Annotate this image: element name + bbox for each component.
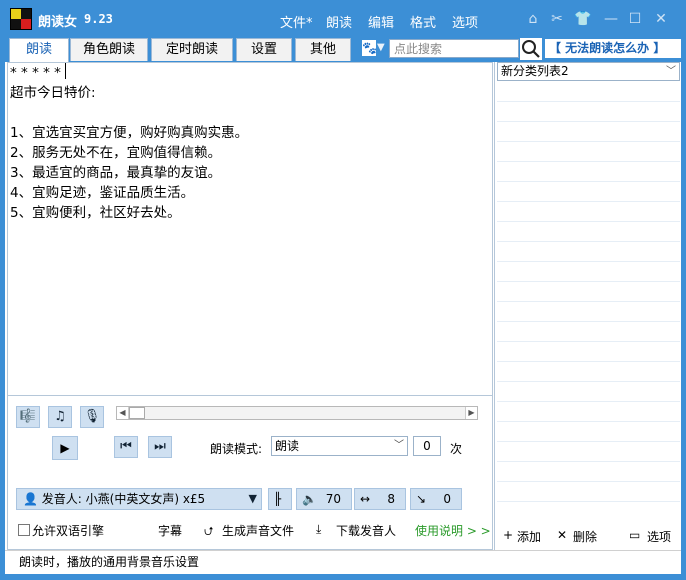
app-logo-icon (10, 8, 32, 30)
app-version: 9.23 (84, 12, 113, 26)
app-title: 朗读女 (38, 15, 78, 30)
menu-file[interactable]: 文件* (280, 12, 313, 31)
music-file-icon: 🎼 (19, 409, 37, 424)
person-icon: 👤 (23, 492, 38, 506)
download-icon: ⤓ (316, 522, 322, 536)
bilingual-label: 允许双语引擎 (32, 524, 105, 538)
subtitle-button[interactable]: 字幕 (158, 522, 182, 539)
repeat-count-unit: 次 (450, 442, 463, 456)
editor-line-6: 3、最适宜的商品，最真挚的友谊。 (10, 165, 222, 181)
previous-button[interactable]: ⏮ (114, 436, 138, 458)
voice-select[interactable]: 👤 发音人: 小燕(中英文女声) x£5 ▼ (16, 488, 262, 510)
background-music-button[interactable]: ♫ (48, 406, 72, 428)
chevron-down-icon: ﹀ (666, 66, 676, 77)
player-panel: 🎼 ♫ 🎙 ◀ ▶ ▶ ⏮ ⏭ 朗读模式: 朗读 ﹀ 0 次 👤 发音人: 小燕… (7, 396, 493, 550)
triangle-down-icon: ▼ (248, 492, 257, 505)
add-button[interactable]: 添加 (517, 528, 541, 545)
generate-audio-icon: ⮍ (204, 524, 214, 538)
maximize-icon[interactable]: ☐ (626, 10, 644, 28)
tab-timed-read[interactable]: 定时朗读 (151, 38, 233, 61)
category-list[interactable] (497, 82, 680, 518)
editor-line-4: 1、宜选宜买宜方便，购好购真购实惠。 (10, 125, 249, 141)
menu-format[interactable]: 格式 (410, 12, 436, 31)
pitch-value: 0 (443, 492, 451, 506)
voice-value: 发音人: 小燕(中英文女声) x£5 (41, 492, 206, 506)
speed-arrows-icon: ↔ (360, 492, 371, 506)
list-actions: + 添加 ✕ 删除 ▭ 选项 (494, 520, 681, 550)
menu-options[interactable]: 选项 (452, 12, 478, 31)
tools-icon[interactable]: ✂ (548, 10, 566, 28)
menu-read[interactable]: 朗读 (326, 12, 352, 31)
search-icon (522, 40, 540, 58)
tab-settings[interactable]: 设置 (236, 38, 292, 61)
app-window: 朗读女 9.23 文件* 朗读 编辑 格式 选项 ⌂ ✂ 👕 — ☐ ✕ 朗读 … (0, 0, 686, 580)
tab-read[interactable]: 朗读 (9, 38, 69, 62)
pitch-icon: ↘ (416, 492, 427, 506)
category-select[interactable]: 新分类列表2 ﹀ (497, 62, 680, 81)
shirt-icon[interactable]: 👕 (574, 10, 592, 28)
speed-value: 8 (387, 492, 395, 506)
search-input[interactable] (389, 39, 519, 58)
microphone-icon: 🎙 (83, 409, 101, 424)
client-area: * * * * * 超市今日特价: 1、宜选宜买宜方便，购好购真购实惠。 2、服… (5, 62, 681, 550)
menu-edit[interactable]: 编辑 (368, 12, 394, 31)
music-note-icon: ♫ (54, 409, 66, 424)
category-pane: 新分类列表2 ﹀ (494, 62, 681, 520)
pitch-control[interactable]: ↘ 0 (410, 488, 462, 510)
generate-audio-button[interactable]: 生成声音文件 (222, 522, 294, 539)
bilingual-checkbox[interactable] (18, 524, 30, 536)
mode-select[interactable]: 朗读 ﹀ (271, 436, 408, 456)
voice-wave-icon: ╟ (274, 492, 282, 506)
minimize-icon[interactable]: — (602, 10, 620, 28)
editor-line-8: 5、宜购便利，社区好去处。 (10, 205, 181, 221)
volume-control[interactable]: 🔈 70 (296, 488, 352, 510)
next-button[interactable]: ⏭ (148, 436, 172, 458)
list-options-button[interactable]: 选项 (647, 528, 671, 545)
speaker-icon: 🔈 (302, 492, 317, 506)
dropdown-arrow-icon[interactable]: ▼ (377, 42, 385, 53)
chevron-down-icon: ﹀ (394, 440, 404, 451)
voice-settings-button[interactable]: ╟ (268, 488, 292, 510)
editor-line-1: * * * * * (10, 65, 66, 81)
play-icon: ▶ (60, 441, 70, 455)
text-editor[interactable]: * * * * * 超市今日特价: 1、宜选宜买宜方便，购好购真购实惠。 2、服… (7, 62, 493, 396)
skip-forward-icon: ⏭ (154, 439, 166, 454)
status-text: 朗读时，播放的通用背景音乐设置 (19, 555, 200, 569)
editor-line-5: 2、服务无处不在，宜购值得信赖。 (10, 145, 222, 161)
scroll-left-icon[interactable]: ◀ (117, 407, 129, 419)
volume-value: 70 (325, 492, 341, 506)
status-bar: 朗读时，播放的通用背景音乐设置 (5, 550, 681, 574)
home-icon[interactable]: ⌂ (524, 10, 542, 28)
plus-icon: + (503, 528, 514, 542)
window-icon: ▭ (629, 528, 641, 542)
repeat-count-input[interactable]: 0 (413, 436, 441, 456)
progress-scrollbar[interactable]: ◀ ▶ (116, 406, 478, 420)
tab-role-read[interactable]: 角色朗读 (70, 38, 148, 61)
scroll-right-icon[interactable]: ▶ (465, 407, 477, 419)
delete-button[interactable]: 删除 (573, 528, 597, 545)
editor-line-7: 4、宜购足迹，鉴证品质生活。 (10, 185, 195, 201)
instructions-link[interactable]: 使用说明 > > (415, 522, 491, 539)
close-icon[interactable]: ✕ (652, 10, 670, 28)
speed-control[interactable]: ↔ 8 (354, 488, 406, 510)
mode-label: 朗读模式: (210, 442, 263, 456)
microphone-button[interactable]: 🎙 (80, 406, 104, 428)
download-voice-button[interactable]: 下载发音人 (336, 522, 396, 539)
paw-icon[interactable]: 🐾 (362, 40, 377, 56)
play-button[interactable]: ▶ (52, 436, 78, 460)
editor-line-2: 超市今日特价: (10, 85, 96, 101)
text-cursor (65, 63, 67, 79)
delete-icon: ✕ (557, 528, 568, 542)
help-link[interactable]: 【 无法朗读怎么办 】 (545, 39, 681, 58)
scroll-thumb[interactable] (129, 407, 145, 419)
mode-value: 朗读 (275, 439, 300, 453)
tab-other[interactable]: 其他 (295, 38, 351, 61)
title-bar: 朗读女 9.23 文件* 朗读 编辑 格式 选项 ⌂ ✂ 👕 — ☐ ✕ (0, 0, 686, 38)
import-music-button[interactable]: 🎼 (16, 406, 40, 428)
skip-back-icon: ⏮ (120, 439, 132, 454)
category-selected: 新分类列表2 (501, 64, 569, 78)
search-button[interactable] (520, 38, 542, 60)
